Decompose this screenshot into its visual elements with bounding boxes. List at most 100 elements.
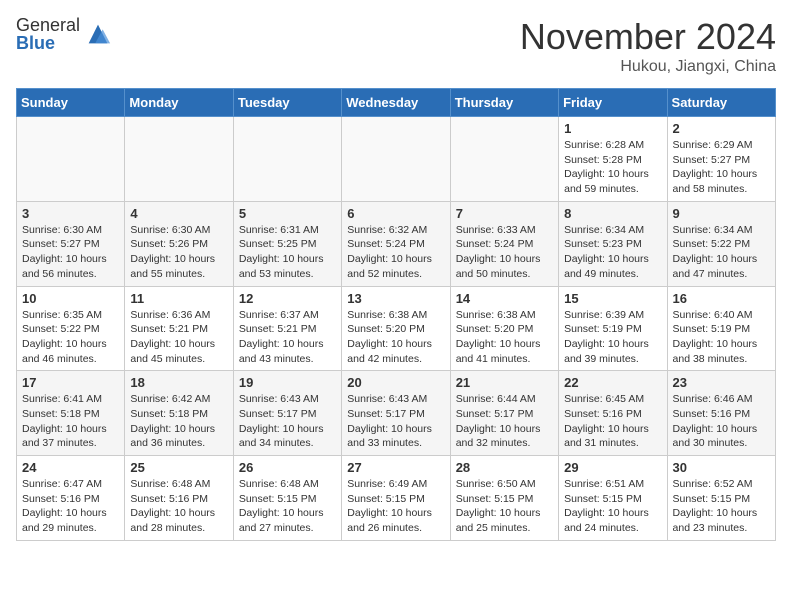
calendar-cell: 13Sunrise: 6:38 AM Sunset: 5:20 PM Dayli… <box>342 286 450 371</box>
day-info: Sunrise: 6:48 AM Sunset: 5:15 PM Dayligh… <box>239 477 336 536</box>
day-header-tuesday: Tuesday <box>233 89 341 117</box>
month-title: November 2024 <box>520 16 776 58</box>
calendar-cell: 5Sunrise: 6:31 AM Sunset: 5:25 PM Daylig… <box>233 201 341 286</box>
day-info: Sunrise: 6:51 AM Sunset: 5:15 PM Dayligh… <box>564 477 661 536</box>
calendar-week-row: 24 Sunrise: 6:47 AM Sunset: 5:16 PM Dayli… <box>17 456 776 541</box>
day-info: Sunrise: 6:43 AM Sunset: 5:17 PM Dayligh… <box>239 392 336 451</box>
day-header-friday: Friday <box>559 89 667 117</box>
day-info: Sunrise: 6:29 AM Sunset: 5:27 PM Dayligh… <box>673 138 770 197</box>
calendar-week-row: 10 Sunrise: 6:35 AM Sunset: 5:22 PM Dayli… <box>17 286 776 371</box>
day-number: 9 <box>673 206 770 221</box>
day-number: 22 <box>564 375 661 390</box>
calendar-table: SundayMondayTuesdayWednesdayThursdayFrid… <box>16 88 776 541</box>
day-info: Sunrise: 6:45 AM Sunset: 5:16 PM Dayligh… <box>564 392 661 451</box>
calendar-cell: 17 Sunrise: 6:41 AM Sunset: 5:18 PM Dayli… <box>17 371 125 456</box>
day-info: Sunrise: 6:30 AM Sunset: 5:26 PM Dayligh… <box>130 223 227 282</box>
day-header-monday: Monday <box>125 89 233 117</box>
calendar-cell <box>342 117 450 202</box>
calendar-cell: 30 Sunrise: 6:52 AM Sunset: 5:15 PM Dayli… <box>667 456 775 541</box>
calendar-cell <box>125 117 233 202</box>
logo-blue: Blue <box>16 34 80 52</box>
day-number: 23 <box>673 375 770 390</box>
day-info: Sunrise: 6:36 AM Sunset: 5:21 PM Dayligh… <box>130 308 227 367</box>
logo: General Blue <box>16 16 112 52</box>
calendar-cell: 2 Sunrise: 6:29 AM Sunset: 5:27 PM Daylig… <box>667 117 775 202</box>
day-info: Sunrise: 6:49 AM Sunset: 5:15 PM Dayligh… <box>347 477 444 536</box>
calendar-week-row: 17 Sunrise: 6:41 AM Sunset: 5:18 PM Dayli… <box>17 371 776 456</box>
day-number: 2 <box>673 121 770 136</box>
day-number: 18 <box>130 375 227 390</box>
day-info: Sunrise: 6:52 AM Sunset: 5:15 PM Dayligh… <box>673 477 770 536</box>
day-number: 26 <box>239 460 336 475</box>
day-info: Sunrise: 6:46 AM Sunset: 5:16 PM Dayligh… <box>673 392 770 451</box>
day-info: Sunrise: 6:34 AM Sunset: 5:23 PM Dayligh… <box>564 223 661 282</box>
day-number: 12 <box>239 291 336 306</box>
calendar-cell: 10 Sunrise: 6:35 AM Sunset: 5:22 PM Dayli… <box>17 286 125 371</box>
calendar-cell: 6 Sunrise: 6:32 AM Sunset: 5:24 PM Daylig… <box>342 201 450 286</box>
day-info: Sunrise: 6:47 AM Sunset: 5:16 PM Dayligh… <box>22 477 119 536</box>
day-info: Sunrise: 6:38 AM Sunset: 5:20 PM Dayligh… <box>347 308 444 367</box>
day-info: Sunrise: 6:35 AM Sunset: 5:22 PM Dayligh… <box>22 308 119 367</box>
day-info: Sunrise: 6:42 AM Sunset: 5:18 PM Dayligh… <box>130 392 227 451</box>
day-info: Sunrise: 6:38 AM Sunset: 5:20 PM Dayligh… <box>456 308 553 367</box>
day-info: Sunrise: 6:34 AM Sunset: 5:22 PM Dayligh… <box>673 223 770 282</box>
day-number: 15 <box>564 291 661 306</box>
day-number: 8 <box>564 206 661 221</box>
calendar-cell: 1 Sunrise: 6:28 AM Sunset: 5:28 PM Daylig… <box>559 117 667 202</box>
day-info: Sunrise: 6:41 AM Sunset: 5:18 PM Dayligh… <box>22 392 119 451</box>
calendar-cell: 7Sunrise: 6:33 AM Sunset: 5:24 PM Daylig… <box>450 201 558 286</box>
calendar-cell: 20 Sunrise: 6:43 AM Sunset: 5:17 PM Dayli… <box>342 371 450 456</box>
day-info: Sunrise: 6:32 AM Sunset: 5:24 PM Dayligh… <box>347 223 444 282</box>
calendar-cell: 29 Sunrise: 6:51 AM Sunset: 5:15 PM Dayli… <box>559 456 667 541</box>
day-info: Sunrise: 6:31 AM Sunset: 5:25 PM Dayligh… <box>239 223 336 282</box>
day-number: 27 <box>347 460 444 475</box>
day-number: 29 <box>564 460 661 475</box>
title-block: November 2024 Hukou, Jiangxi, China <box>520 16 776 76</box>
day-info: Sunrise: 6:37 AM Sunset: 5:21 PM Dayligh… <box>239 308 336 367</box>
day-info: Sunrise: 6:43 AM Sunset: 5:17 PM Dayligh… <box>347 392 444 451</box>
day-number: 25 <box>130 460 227 475</box>
day-header-sunday: Sunday <box>17 89 125 117</box>
calendar-cell: 26 Sunrise: 6:48 AM Sunset: 5:15 PM Dayli… <box>233 456 341 541</box>
day-number: 6 <box>347 206 444 221</box>
calendar-cell: 3Sunrise: 6:30 AM Sunset: 5:27 PM Daylig… <box>17 201 125 286</box>
page-header: General Blue November 2024 Hukou, Jiangx… <box>16 16 776 76</box>
day-number: 30 <box>673 460 770 475</box>
day-number: 19 <box>239 375 336 390</box>
day-number: 24 <box>22 460 119 475</box>
day-info: Sunrise: 6:50 AM Sunset: 5:15 PM Dayligh… <box>456 477 553 536</box>
logo-general: General <box>16 16 80 34</box>
day-info: Sunrise: 6:30 AM Sunset: 5:27 PM Dayligh… <box>22 223 119 282</box>
calendar-cell <box>233 117 341 202</box>
calendar-cell: 23 Sunrise: 6:46 AM Sunset: 5:16 PM Dayli… <box>667 371 775 456</box>
day-info: Sunrise: 6:40 AM Sunset: 5:19 PM Dayligh… <box>673 308 770 367</box>
day-number: 21 <box>456 375 553 390</box>
day-info: Sunrise: 6:44 AM Sunset: 5:17 PM Dayligh… <box>456 392 553 451</box>
calendar-cell: 28 Sunrise: 6:50 AM Sunset: 5:15 PM Dayli… <box>450 456 558 541</box>
day-number: 11 <box>130 291 227 306</box>
day-header-thursday: Thursday <box>450 89 558 117</box>
calendar-cell <box>450 117 558 202</box>
day-info: Sunrise: 6:28 AM Sunset: 5:28 PM Dayligh… <box>564 138 661 197</box>
logo-text: General Blue <box>16 16 80 52</box>
day-number: 17 <box>22 375 119 390</box>
calendar-cell: 22 Sunrise: 6:45 AM Sunset: 5:16 PM Dayli… <box>559 371 667 456</box>
calendar-week-row: 3Sunrise: 6:30 AM Sunset: 5:27 PM Daylig… <box>17 201 776 286</box>
calendar-cell: 25Sunrise: 6:48 AM Sunset: 5:16 PM Dayli… <box>125 456 233 541</box>
calendar-cell: 4Sunrise: 6:30 AM Sunset: 5:26 PM Daylig… <box>125 201 233 286</box>
calendar-cell <box>17 117 125 202</box>
calendar-cell: 18 Sunrise: 6:42 AM Sunset: 5:18 PM Dayli… <box>125 371 233 456</box>
day-number: 1 <box>564 121 661 136</box>
calendar-cell: 14Sunrise: 6:38 AM Sunset: 5:20 PM Dayli… <box>450 286 558 371</box>
day-number: 16 <box>673 291 770 306</box>
day-info: Sunrise: 6:39 AM Sunset: 5:19 PM Dayligh… <box>564 308 661 367</box>
day-number: 20 <box>347 375 444 390</box>
calendar-cell: 9 Sunrise: 6:34 AM Sunset: 5:22 PM Daylig… <box>667 201 775 286</box>
day-number: 10 <box>22 291 119 306</box>
calendar-cell: 11 Sunrise: 6:36 AM Sunset: 5:21 PM Dayli… <box>125 286 233 371</box>
logo-icon <box>84 20 112 48</box>
day-number: 7 <box>456 206 553 221</box>
calendar-cell: 16 Sunrise: 6:40 AM Sunset: 5:19 PM Dayli… <box>667 286 775 371</box>
calendar-week-row: 1 Sunrise: 6:28 AM Sunset: 5:28 PM Daylig… <box>17 117 776 202</box>
day-number: 28 <box>456 460 553 475</box>
